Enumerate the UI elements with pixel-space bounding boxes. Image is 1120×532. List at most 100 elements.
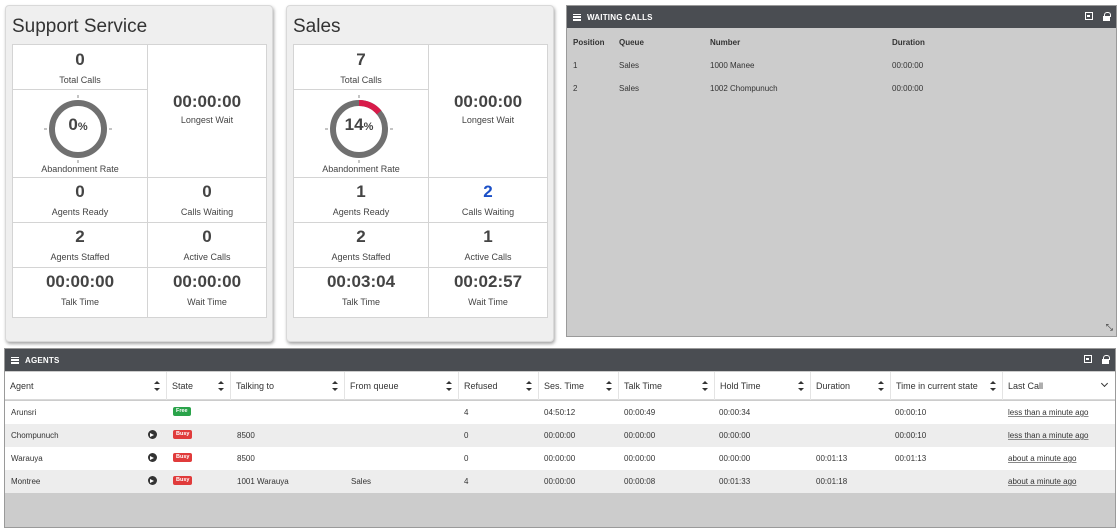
queue-title: Sales	[293, 16, 341, 37]
column-header-position[interactable]: Position	[573, 38, 605, 47]
total-calls-cell: 0 Total Calls	[12, 44, 148, 90]
column-header-hold-time[interactable]: Hold Time	[715, 372, 811, 400]
sort-icon[interactable]	[154, 381, 160, 391]
longest-wait-label: Longest Wait	[180, 115, 234, 125]
talk-time-value: 00:03:04	[326, 272, 396, 291]
position-cell: 2	[573, 84, 578, 93]
column-header-state[interactable]: State	[167, 372, 231, 400]
sort-icon[interactable]	[526, 381, 532, 391]
wait-time-label: Wait Time	[468, 297, 508, 307]
wait-time-value: 00:00:00	[172, 272, 242, 291]
column-header-refused[interactable]: Refused	[459, 372, 539, 400]
total-calls-value: 7	[356, 50, 366, 69]
column-header-number[interactable]: Number	[710, 38, 740, 47]
last-call-cell[interactable]: less than a minute ago	[1008, 431, 1089, 440]
calls-waiting-value: 0	[202, 182, 212, 201]
sort-icon[interactable]	[332, 381, 338, 391]
table-row[interactable]: 2 Sales 1002 Chompunuch 00:00:00	[572, 82, 1112, 105]
resize-handle-icon[interactable]: ⤡	[1106, 322, 1113, 333]
abandonment-cell: 0% Abandonment Rate	[12, 89, 148, 178]
time-in-state-cell: 00:00:10	[895, 431, 927, 440]
queue-card-sales: Sales 7 Total Calls 14% Abandonment Rate…	[286, 5, 554, 342]
abandonment-value: 0%	[68, 115, 88, 134]
lock-icon[interactable]	[1102, 355, 1110, 364]
waiting-calls-header[interactable]: WAITING CALLS	[567, 6, 1116, 28]
column-header-last-call[interactable]: Last Call	[1003, 372, 1115, 400]
refused-cell: 4	[464, 408, 469, 417]
talk-time-cell: 00:00:00 Talk Time	[12, 267, 148, 318]
column-header-time-in-state[interactable]: Time in current state	[891, 372, 1003, 400]
menu-icon[interactable]	[11, 356, 19, 364]
maximize-icon[interactable]	[1085, 12, 1093, 20]
wait-time-value: 00:02:57	[453, 272, 523, 291]
sort-icon[interactable]	[990, 381, 996, 391]
agent-name-cell: Montree	[11, 477, 41, 486]
column-header-ses-time[interactable]: Ses. Time	[539, 372, 619, 400]
gauge-fill-arc	[358, 100, 382, 115]
sort-icon[interactable]	[798, 381, 804, 391]
table-row[interactable]: Montree 1001 Warauya Sales 4 00:00:00 00:00:0…	[5, 470, 1115, 493]
agents-staffed-label: Agents Staffed	[331, 252, 391, 262]
lock-icon[interactable]	[1103, 12, 1111, 21]
column-header-queue[interactable]: Queue	[619, 38, 644, 47]
agents-staffed-value: 2	[356, 227, 366, 246]
last-call-cell[interactable]: less than a minute ago	[1008, 408, 1089, 417]
agents-header[interactable]: AGENTS	[5, 349, 1115, 371]
sort-icon[interactable]	[702, 381, 708, 391]
column-header-talk-time[interactable]: Talk Time	[619, 372, 715, 400]
talking-to-cell: 8500	[237, 454, 255, 463]
total-calls-value: 0	[75, 50, 85, 69]
position-cell: 1	[573, 61, 578, 70]
agents-ready-label: Agents Ready	[332, 207, 390, 217]
sort-icon[interactable]	[446, 381, 452, 391]
column-header-agent[interactable]: Agent	[5, 372, 167, 400]
state-badge: Busy	[173, 430, 193, 439]
abandonment-value: 14%	[344, 115, 374, 134]
talk-time-cell: 00:00:00	[624, 431, 656, 440]
last-call-cell[interactable]: about a minute ago	[1008, 454, 1077, 463]
agents-panel: AGENTS Agent State Talking to From queue…	[4, 348, 1116, 528]
wait-time-label: Wait Time	[187, 297, 227, 307]
circle-arrow-icon[interactable]	[148, 476, 157, 485]
agents-staffed-label: Agents Staffed	[50, 252, 110, 262]
stat-grid: 0 Total Calls 0% Abandonment Rate 00:00:…	[12, 44, 267, 318]
chevron-down-icon[interactable]	[1100, 379, 1109, 388]
abandonment-cell: 14% Abandonment Rate	[293, 89, 429, 178]
waiting-calls-title: WAITING CALLS	[587, 12, 653, 22]
table-row[interactable]: Chompunuch 8500 0 00:00:00 00:00:00 00:00:00 0…	[5, 424, 1115, 447]
active-calls-value: 1	[483, 227, 493, 246]
active-calls-cell: 0 Active Calls	[147, 222, 267, 268]
talking-to-cell: 8500	[237, 431, 255, 440]
last-call-cell[interactable]: about a minute ago	[1008, 477, 1077, 486]
calls-waiting-label: Calls Waiting	[180, 207, 234, 217]
menu-icon[interactable]	[573, 13, 581, 21]
queue-title: Support Service	[12, 16, 148, 37]
talk-time-cell: 00:00:49	[624, 408, 656, 417]
from-queue-cell: Sales	[351, 477, 372, 486]
agents-ready-value: 1	[356, 182, 366, 201]
sort-icon[interactable]	[878, 381, 884, 391]
agents-ready-value: 0	[75, 182, 85, 201]
agents-title: AGENTS	[25, 355, 60, 365]
hold-time-cell: 00:00:00	[719, 431, 751, 440]
sort-icon[interactable]	[606, 381, 612, 391]
table-row[interactable]: Arunsri 4 04:50:12 00:00:49 00:00:34 00:00:10…	[5, 401, 1115, 424]
column-header-duration[interactable]: Duration	[811, 372, 891, 400]
circle-arrow-icon[interactable]	[148, 453, 157, 462]
calls-waiting-label: Calls Waiting	[461, 207, 515, 217]
agents-staffed-cell: 2 Agents Staffed	[12, 222, 148, 268]
duration-cell: 00:01:13	[816, 454, 848, 463]
maximize-icon[interactable]	[1084, 355, 1092, 363]
total-calls-label: Total Calls	[59, 75, 101, 85]
circle-arrow-icon[interactable]	[148, 430, 157, 439]
column-header-from-queue[interactable]: From queue	[345, 372, 459, 400]
column-header-duration[interactable]: Duration	[892, 38, 925, 47]
talk-time-cell: 00:00:08	[624, 477, 656, 486]
table-row[interactable]: Warauya 8500 0 00:00:00 00:00:00 00:00:00 00:0…	[5, 447, 1115, 470]
queue-cell: Sales	[619, 84, 640, 93]
sort-icon[interactable]	[218, 381, 224, 391]
table-row[interactable]: 1 Sales 1000 Manee 00:00:00	[572, 59, 1112, 82]
wait-time-cell: 00:02:57 Wait Time	[428, 267, 548, 318]
column-header-talking-to[interactable]: Talking to	[231, 372, 345, 400]
agents-staffed-cell: 2 Agents Staffed	[293, 222, 429, 268]
